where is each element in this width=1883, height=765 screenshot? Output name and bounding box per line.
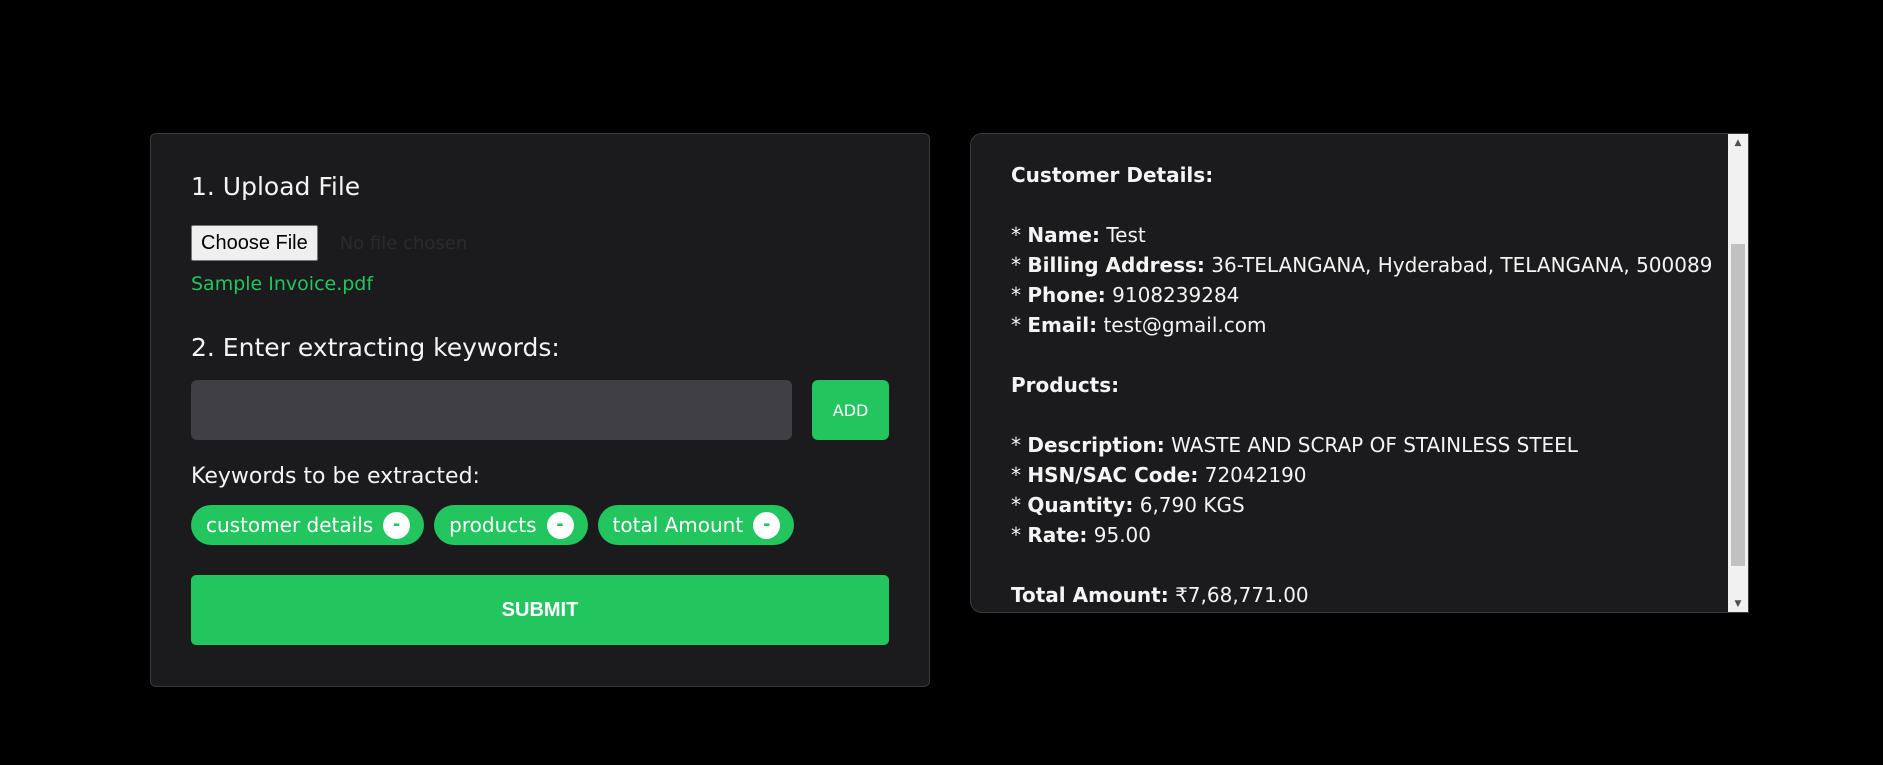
result-line-billing: * Billing Address: 36-TELANGANA, Hyderab… [1011, 253, 1713, 277]
result-line-rate: * Rate: 95.00 [1011, 523, 1152, 547]
file-chosen-status: No file chosen [339, 232, 468, 254]
submit-button[interactable]: SUBMIT [191, 575, 889, 645]
result-line-email: * Email: test@gmail.com [1011, 313, 1267, 337]
vertical-scrollbar[interactable]: ▲ ▼ [1728, 134, 1748, 612]
result-line-phone: * Phone: 9108239284 [1011, 283, 1240, 307]
remove-keyword-button[interactable]: - [383, 511, 411, 539]
keyword-chip: products - [434, 505, 588, 545]
choose-file-button[interactable]: Choose File [191, 225, 318, 261]
file-input-row: Choose File No file chosen [191, 225, 889, 261]
keywords-heading: 2. Enter extracting keywords: [191, 333, 560, 362]
keyword-input-row: ADD [191, 380, 889, 440]
customer-details-heading: Customer Details: [1011, 163, 1214, 187]
remove-keyword-button[interactable]: - [546, 511, 574, 539]
add-keyword-button[interactable]: ADD [812, 380, 889, 440]
products-heading: Products: [1011, 373, 1120, 397]
keyword-chip: total Amount - [597, 505, 795, 545]
result-line-hsn: * HSN/SAC Code: 72042190 [1011, 463, 1307, 487]
keyword-chip: customer details - [191, 505, 425, 545]
result-line-quantity: * Quantity: 6,790 KGS [1011, 493, 1245, 517]
result-line-description: * Description: WASTE AND SCRAP OF STAINL… [1011, 433, 1578, 457]
upload-form-panel: 1. Upload File Choose File No file chose… [150, 133, 930, 687]
result-content: Customer Details: * Name: Test * Billing… [1011, 160, 1718, 610]
result-line-total: Total Amount: ₹7,68,771.00 [1011, 583, 1309, 607]
upload-file-heading: 1. Upload File [191, 172, 361, 201]
triangle-down-icon[interactable]: ▼ [1728, 595, 1748, 612]
triangle-up-icon[interactable]: ▲ [1728, 134, 1748, 151]
extraction-result-panel[interactable]: Customer Details: * Name: Test * Billing… [970, 133, 1749, 613]
keyword-input[interactable] [191, 380, 793, 440]
keywords-list-label: Keywords to be extracted: [191, 464, 480, 489]
keyword-chip-label: products [449, 513, 537, 537]
keyword-chip-label: total Amount [612, 513, 744, 537]
scrollbar-thumb[interactable] [1731, 244, 1745, 566]
result-line-name: * Name: Test [1011, 223, 1146, 247]
remove-keyword-button[interactable]: - [753, 511, 781, 539]
keyword-chips: customer details - products - total Amou… [191, 505, 889, 545]
uploaded-file-name: Sample Invoice.pdf [191, 273, 374, 295]
keyword-chip-label: customer details [206, 513, 374, 537]
